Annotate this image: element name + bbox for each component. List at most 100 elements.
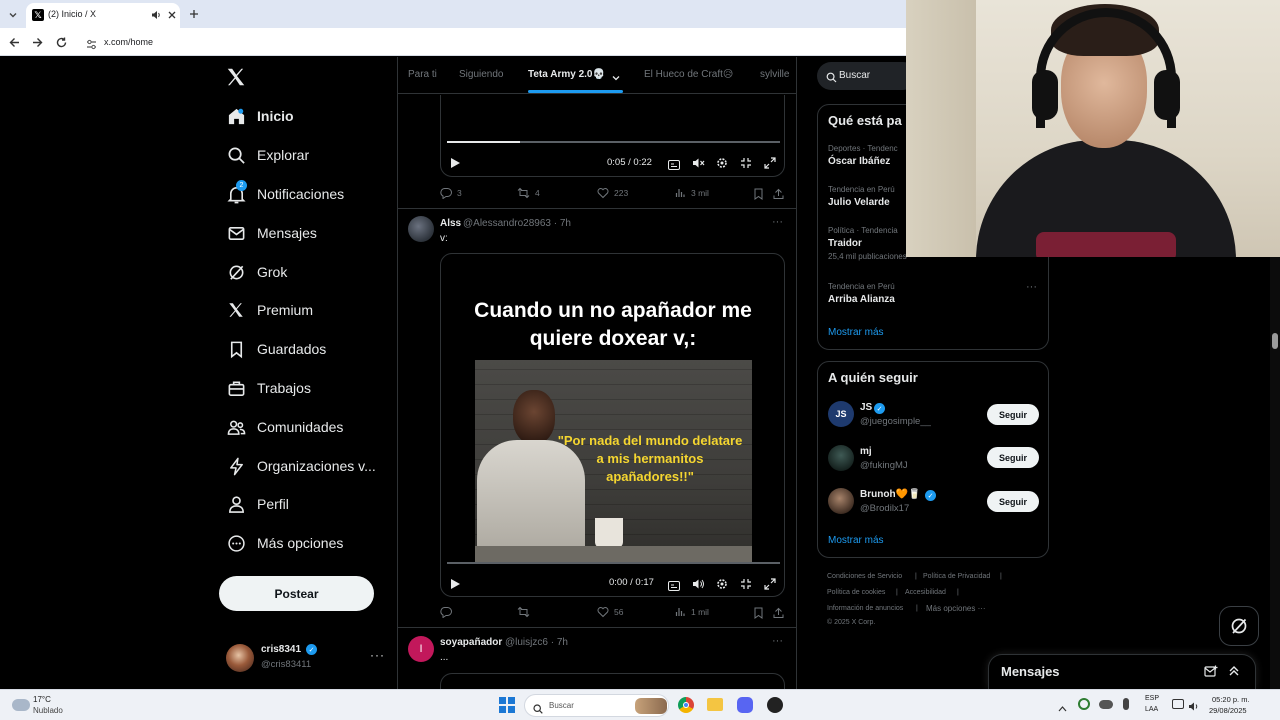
cloud-icon[interactable] — [1099, 700, 1113, 709]
tab-list-chevron-icon[interactable] — [7, 8, 19, 20]
more-dots-icon[interactable]: ··· — [370, 648, 385, 662]
trend-item[interactable]: Política · Tendencia Traidor 25,4 mil pu… — [828, 226, 907, 261]
follow-button[interactable]: Seguir — [987, 447, 1039, 468]
search-input[interactable]: Buscar — [817, 62, 917, 90]
tab-audio-icon[interactable] — [150, 8, 162, 20]
account-switcher[interactable]: cris8341 ✓ @cris83411 ··· — [222, 640, 388, 676]
sidebar-item-premium[interactable]: Premium — [226, 298, 313, 322]
forward-icon[interactable] — [31, 36, 44, 54]
picture-in-picture-icon[interactable] — [740, 156, 752, 174]
sidebar-item-explorar[interactable]: Explorar — [226, 143, 309, 167]
muted-volume-icon[interactable] — [692, 156, 705, 174]
sidebar-item-inicio[interactable]: Inicio — [226, 104, 294, 128]
like-button[interactable]: 223 — [597, 187, 628, 199]
tab-siguiendo[interactable]: Siguiendo — [459, 69, 503, 80]
sidebar-item-comunidades[interactable]: Comunidades — [226, 415, 343, 439]
new-tab-icon[interactable] — [188, 7, 200, 19]
footer-link[interactable]: Política de cookies — [827, 589, 885, 596]
microphone-icon[interactable] — [1123, 698, 1129, 710]
browser-tab[interactable]: 𝕏 (2) Inicio / X — [26, 3, 180, 28]
back-icon[interactable] — [8, 36, 21, 54]
trend-item[interactable]: Deportes · Tendenc Óscar Ibáñez — [828, 144, 898, 167]
follow-suggestion[interactable]: JS JS ✓ @juegosimple__ — [828, 401, 978, 429]
tweet-1-video[interactable]: 0:05 / 0:22 — [440, 95, 785, 177]
sidebar-item-trabajos[interactable]: Trabajos — [226, 376, 311, 400]
x-logo-icon[interactable] — [225, 66, 247, 88]
tab-el-hueco[interactable]: El Hueco de Craft😥 — [644, 69, 733, 80]
tweet-3-avatar[interactable]: I — [408, 636, 434, 662]
discord-app-icon[interactable] — [737, 697, 753, 713]
footer-link[interactable]: Accesibilidad — [905, 589, 946, 596]
like-button[interactable]: 56 — [597, 606, 623, 618]
footer-link[interactable]: Información de anuncios — [827, 605, 903, 612]
tab-para-ti[interactable]: Para ti — [408, 69, 437, 80]
fullscreen-icon[interactable] — [764, 156, 776, 174]
play-icon[interactable] — [450, 156, 461, 174]
follow-suggestion[interactable]: mj @fukingMJ — [828, 445, 978, 473]
bookmark-icon[interactable] — [753, 187, 764, 205]
follow-button[interactable]: Seguir — [987, 491, 1039, 512]
new-message-icon[interactable] — [1204, 665, 1218, 683]
system-tray-chevron-icon[interactable] — [1058, 700, 1067, 718]
footer-link[interactable]: Política de Privacidad — [923, 573, 990, 580]
tab-close-icon[interactable] — [166, 8, 178, 20]
captions-icon[interactable] — [668, 157, 680, 175]
views-button[interactable]: 3 mil — [675, 187, 709, 198]
clock-date[interactable]: 29/08/2025 — [1209, 706, 1247, 715]
video-progress-track[interactable] — [447, 141, 780, 143]
grok-floating-button[interactable] — [1219, 606, 1259, 646]
scrollbar-thumb[interactable] — [1272, 333, 1278, 349]
share-icon[interactable] — [773, 606, 784, 624]
captions-icon[interactable] — [668, 578, 680, 596]
chevron-down-icon[interactable] — [611, 70, 621, 88]
repost-button[interactable]: 4 — [517, 187, 540, 199]
more-dots-icon[interactable]: ··· — [772, 216, 783, 228]
sidebar-item-organizaciones[interactable]: Organizaciones v... — [226, 454, 376, 478]
volume-icon[interactable] — [692, 577, 705, 595]
sidebar-item-notificaciones[interactable]: 2 Notificaciones — [226, 180, 344, 206]
views-button[interactable]: 1 mil — [675, 606, 709, 617]
expand-chevrons-icon[interactable] — [1227, 664, 1241, 683]
settings-gear-icon[interactable] — [716, 156, 728, 174]
language-layout[interactable]: LAA — [1145, 706, 1158, 713]
sidebar-item-guardados[interactable]: Guardados — [226, 337, 326, 361]
footer-link[interactable]: Más opciones ··· — [926, 604, 986, 613]
tweet-3-handle-time[interactable]: @luisjzc6 · 7h — [505, 637, 568, 648]
app-icon[interactable] — [767, 697, 783, 713]
network-icon[interactable] — [1172, 699, 1184, 709]
tweet-2-handle-time[interactable]: @Alessandro28963 · 7h — [463, 218, 571, 229]
play-icon[interactable] — [450, 577, 461, 595]
reply-button[interactable] — [440, 606, 457, 618]
trend-item[interactable]: Tendencia en Perú Arriba Alianza — [828, 282, 895, 305]
windows-start-icon[interactable] — [499, 697, 515, 713]
tab-sylville[interactable]: sylville — [760, 69, 789, 80]
sidebar-item-mensajes[interactable]: Mensajes — [226, 221, 317, 245]
sidebar-item-grok[interactable]: Grok — [226, 260, 287, 284]
trend-item[interactable]: Tendencia en Perú Julio Velarde — [828, 185, 895, 208]
settings-gear-icon[interactable] — [716, 577, 728, 595]
url-field[interactable]: x.com/home — [104, 37, 153, 47]
tweet-2-avatar[interactable] — [408, 216, 434, 242]
more-dots-icon[interactable]: ··· — [772, 635, 783, 647]
reload-icon[interactable] — [55, 36, 68, 54]
reply-button[interactable]: 3 — [440, 187, 462, 199]
file-explorer-icon[interactable] — [707, 698, 723, 711]
follow-button[interactable]: Seguir — [987, 404, 1039, 425]
share-icon[interactable] — [773, 187, 784, 205]
bookmark-icon[interactable] — [753, 606, 764, 624]
tweet-3-media[interactable] — [440, 673, 785, 689]
messages-drawer[interactable]: Mensajes — [988, 654, 1256, 689]
weather-icon[interactable] — [12, 699, 30, 711]
video-progress-track[interactable] — [447, 562, 780, 564]
tweet-3-author[interactable]: soyapañador — [440, 637, 502, 648]
more-dots-icon[interactable]: ··· — [1026, 281, 1037, 293]
site-info-icon[interactable] — [86, 37, 97, 55]
footer-link[interactable]: Condiciones de Servicio — [827, 573, 902, 580]
sync-icon[interactable] — [1078, 698, 1090, 710]
sidebar-item-mas-opciones[interactable]: Más opciones — [226, 531, 343, 555]
post-button[interactable]: Postear — [219, 576, 374, 611]
follow-suggestion[interactable]: Brunoh🧡🥛 ✓ @Brodilx17 — [828, 488, 978, 516]
clock-time[interactable]: 05:20 p. m. — [1212, 695, 1250, 704]
fullscreen-icon[interactable] — [764, 577, 776, 595]
tab-teta-army[interactable]: Teta Army 2.0💀 — [528, 69, 605, 80]
